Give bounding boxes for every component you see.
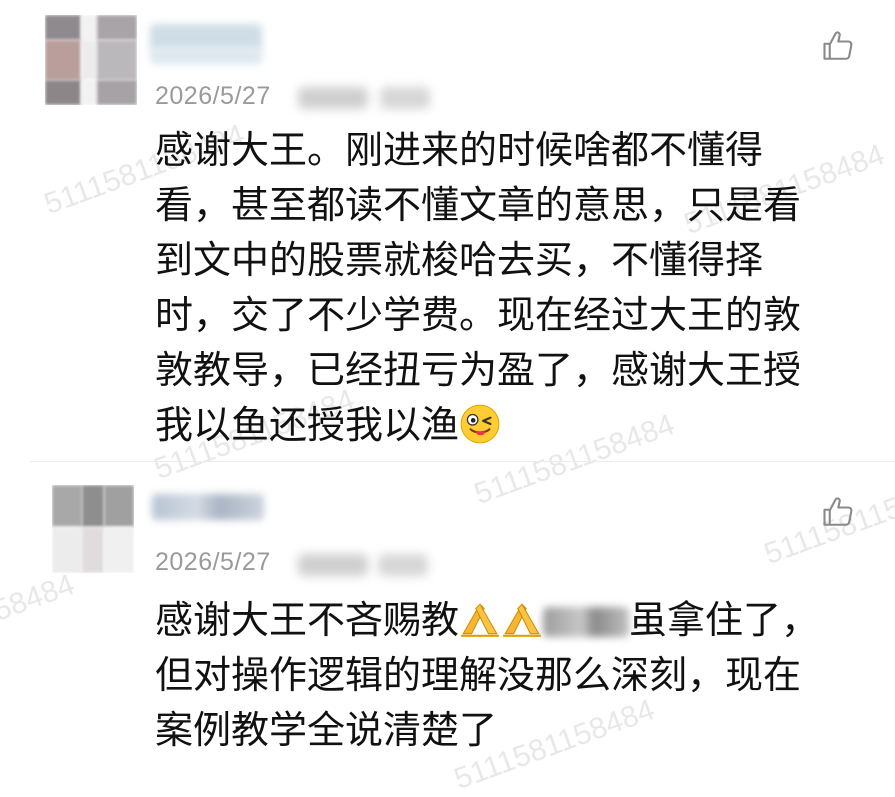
comment-text: 感谢大王不吝赐教 虽拿住了， 但对操作逻辑的理解没那么深刻，现在 案例教学全说清… (155, 593, 845, 758)
comment-line: 感谢大王。刚进来的时候啥都不懂得 (155, 128, 764, 172)
folded-hands-emoji-icon (503, 603, 541, 637)
comment-text-part: 感谢大王不吝赐教 (155, 598, 460, 642)
username-blurred (150, 48, 262, 64)
comment-text-part: 虽拿住了， (629, 598, 820, 642)
comment-line: 案例教学全说清楚了 (155, 708, 498, 752)
location-blurred (298, 554, 368, 576)
redacted-text (543, 607, 630, 637)
username-blurred[interactable] (150, 24, 262, 50)
location-blurred (380, 87, 430, 109)
comment-line: 我以鱼还授我以渔 (155, 403, 460, 447)
comment-item: 2026/5/27 感谢大王不吝赐教 虽拿住了， 但对操作逻辑的理解没那么深刻，… (0, 462, 895, 776)
thumbs-up-icon[interactable] (820, 28, 856, 64)
comment-line: 看，甚至都读不懂文章的意思，只是看 (155, 183, 802, 227)
location-blurred (378, 554, 428, 576)
comment-line: 感谢大王不吝赐教 虽拿住了， (155, 593, 845, 648)
comment-line: 敦教导，已经扭亏为盈了，感谢大王授 (155, 348, 802, 392)
comment-item: 2026/5/27 感谢大王。刚进来的时候啥都不懂得 看，甚至都读不懂文章的意思… (0, 0, 895, 460)
comment-text: 感谢大王。刚进来的时候啥都不懂得 看，甚至都读不懂文章的意思，只是看 到文中的股… (155, 123, 845, 453)
thumbs-up-icon[interactable] (820, 494, 856, 530)
comment-date: 2026/5/27 (155, 82, 271, 110)
avatar[interactable] (52, 485, 134, 573)
winking-tongue-emoji-icon (460, 404, 500, 444)
location-blurred (298, 87, 368, 109)
comment-line: 时，交了不少学费。现在经过大王的敦 (155, 293, 802, 337)
folded-hands-emoji-icon (461, 603, 499, 637)
comment-line-last: 我以鱼还授我以渔 (155, 398, 845, 453)
avatar[interactable] (45, 15, 137, 105)
comment-line: 到文中的股票就梭哈去买，不懂得择 (155, 238, 764, 282)
username-blurred[interactable] (152, 494, 264, 520)
comment-date: 2026/5/27 (155, 548, 271, 576)
comment-line: 但对操作逻辑的理解没那么深刻，现在 (155, 653, 802, 697)
